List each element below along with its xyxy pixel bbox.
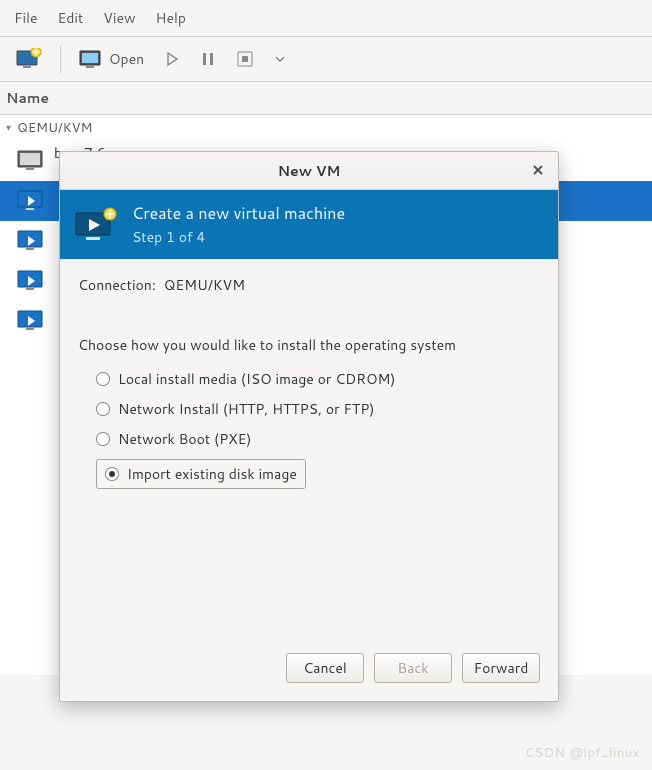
monitor-off-icon (16, 149, 46, 173)
menu-bar: File Edit View Help (0, 0, 652, 37)
banner-title: Create a new virtual machine (132, 202, 345, 225)
new-vm-icon (74, 207, 118, 243)
monitor-run-icon (16, 189, 46, 213)
option-label: Local install media (ISO image or CDROM) (118, 369, 395, 389)
dialog-banner: Create a new virtual machine Step 1 of 4 (60, 190, 558, 259)
column-header-name[interactable]: Name (0, 82, 652, 115)
radio-icon (105, 467, 119, 481)
connection-value: QEMU/KVM (164, 275, 245, 295)
option-import-disk[interactable]: Import existing disk image (96, 459, 306, 489)
monitor-run-icon (16, 229, 46, 253)
option-network-boot[interactable]: Network Boot (PXE) (96, 429, 540, 449)
option-label: Network Boot (PXE) (118, 429, 251, 449)
dialog-content: Connection: QEMU/KVM Choose how you woul… (60, 259, 558, 639)
dropdown-icon[interactable] (268, 49, 292, 69)
menu-file[interactable]: File (4, 4, 48, 32)
monitor-run-icon (16, 269, 46, 293)
dialog-buttons: Cancel Back Forward (60, 639, 558, 701)
dialog-titlebar[interactable]: New VM (60, 152, 558, 190)
menu-help[interactable]: Help (146, 4, 196, 32)
option-network-install[interactable]: Network Install (HTTP, HTTPS, or FTP) (96, 399, 540, 419)
close-icon (532, 164, 544, 176)
option-label: Network Install (HTTP, HTTPS, or FTP) (118, 399, 374, 419)
tool-bar: Open (0, 37, 652, 82)
pause-button[interactable] (194, 47, 222, 71)
menu-edit[interactable]: Edit (48, 4, 94, 32)
shutdown-button[interactable] (230, 46, 260, 72)
close-button[interactable] (528, 160, 548, 180)
host-label: QEMU/KVM (17, 119, 92, 137)
option-label: Import existing disk image (127, 464, 297, 484)
open-button[interactable]: Open (73, 45, 150, 73)
expand-icon[interactable]: ▾ (6, 121, 11, 135)
connection-label: Connection: (78, 275, 156, 295)
watermark: CSDN @lpf_linux (525, 744, 640, 762)
option-local-media[interactable]: Local install media (ISO image or CDROM) (96, 369, 540, 389)
dialog-title: New VM (278, 161, 341, 181)
step-indicator: Step 1 of 4 (132, 227, 345, 247)
new-vm-button[interactable] (10, 44, 48, 74)
play-button[interactable] (158, 47, 186, 71)
back-button: Back (374, 653, 452, 683)
monitor-run-icon (16, 309, 46, 333)
menu-view[interactable]: View (93, 4, 145, 32)
install-options: Local install media (ISO image or CDROM)… (78, 369, 540, 489)
separator (60, 45, 61, 73)
radio-icon (96, 402, 110, 416)
radio-icon (96, 432, 110, 446)
cancel-button[interactable]: Cancel (286, 653, 364, 683)
install-prompt: Choose how you would like to install the… (78, 335, 540, 355)
open-label: Open (109, 49, 144, 69)
host-row[interactable]: ▾ QEMU/KVM (0, 115, 652, 141)
forward-button[interactable]: Forward (462, 653, 540, 683)
radio-icon (96, 372, 110, 386)
new-vm-dialog: New VM Create a new virtual machine Step… (59, 151, 559, 702)
